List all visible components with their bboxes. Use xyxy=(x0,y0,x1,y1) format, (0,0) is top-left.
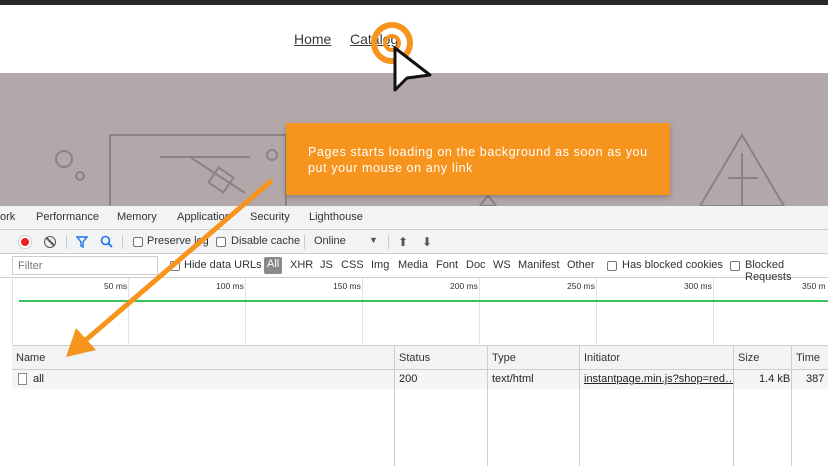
search-icon[interactable] xyxy=(100,235,113,248)
toolbar-divider xyxy=(122,235,123,249)
timeline-tick-label: 350 m xyxy=(802,281,826,291)
cell-initiator-link[interactable]: instantpage.min.js?shop=red… xyxy=(584,373,734,385)
type-filter-font[interactable]: Font xyxy=(436,259,458,271)
column-header-size[interactable]: Size xyxy=(738,352,759,364)
tab-application[interactable]: Application xyxy=(177,211,231,223)
timeline-tick-label: 250 ms xyxy=(567,281,595,291)
column-divider xyxy=(733,346,734,466)
column-divider xyxy=(394,346,395,466)
timeline-gridline xyxy=(245,278,246,346)
column-header-name[interactable]: Name xyxy=(16,352,45,364)
network-overview-timeline[interactable]: 50 ms 100 ms 150 ms 200 ms 250 ms 300 ms… xyxy=(12,278,828,346)
timeline-gridline xyxy=(713,278,714,346)
type-filter-ws[interactable]: WS xyxy=(493,259,511,271)
preserve-log-label: Preserve log xyxy=(147,235,209,247)
timeline-gridline xyxy=(128,278,129,346)
type-filter-js[interactable]: JS xyxy=(320,259,333,271)
clear-icon[interactable] xyxy=(44,236,56,248)
timeline-tick-label: 50 ms xyxy=(104,281,128,291)
hide-data-urls-checkbox[interactable] xyxy=(170,261,180,271)
type-filter-img[interactable]: Img xyxy=(371,259,389,271)
devtools-tabs: ork Performance Memory Application Secur… xyxy=(0,206,828,230)
column-divider xyxy=(487,346,488,466)
tooltip-callout: Pages starts loading on the background a… xyxy=(286,123,670,195)
column-header-type[interactable]: Type xyxy=(492,352,516,364)
preserve-log-checkbox[interactable] xyxy=(133,237,143,247)
table-row[interactable]: all 200 text/html instantpage.min.js?sho… xyxy=(12,370,828,389)
tab-lighthouse[interactable]: Lighthouse xyxy=(309,211,363,223)
type-filter-all[interactable]: All xyxy=(264,257,283,274)
tab-security[interactable]: Security xyxy=(250,211,290,223)
document-icon xyxy=(18,373,27,385)
timeline-tick-label: 200 ms xyxy=(450,281,478,291)
cell-name: all xyxy=(33,373,45,385)
cell-time: 387 xyxy=(806,373,825,385)
filter-icon[interactable] xyxy=(76,236,88,248)
type-filter-media[interactable]: Media xyxy=(398,259,428,271)
type-filter-css[interactable]: CSS xyxy=(341,259,364,271)
export-har-icon[interactable]: ⬇ xyxy=(422,235,432,249)
cell-size: 1.4 kB xyxy=(759,373,791,385)
network-toolbar: Preserve log Disable cache Online ▼ ⬆ ⬇ xyxy=(0,230,828,254)
has-blocked-cookies-label: Has blocked cookies xyxy=(622,259,723,271)
import-har-icon[interactable]: ⬆ xyxy=(398,235,408,249)
site-header: Home Catalog xyxy=(0,5,828,73)
nav-link-home[interactable]: Home xyxy=(294,31,331,47)
blocked-requests-checkbox[interactable] xyxy=(730,261,740,271)
column-header-status[interactable]: Status xyxy=(399,352,430,364)
network-filter-bar: Hide data URLs All XHR JS CSS Img Media … xyxy=(0,254,828,283)
timeline-tick-label: 300 ms xyxy=(684,281,712,291)
type-filter-other[interactable]: Other xyxy=(567,259,595,271)
network-requests-table: Name Status Type Initiator Size Time all… xyxy=(12,346,828,466)
timeline-gridline xyxy=(12,278,13,346)
toolbar-divider xyxy=(66,235,67,249)
timeline-tick-label: 150 ms xyxy=(333,281,361,291)
cell-status: 200 xyxy=(399,373,418,385)
tab-performance[interactable]: Performance xyxy=(36,211,99,223)
record-icon[interactable] xyxy=(19,236,31,248)
column-divider xyxy=(579,346,580,466)
devtools-panel: ork Performance Memory Application Secur… xyxy=(0,206,828,466)
cell-type: text/html xyxy=(492,373,534,385)
timeline-load-bar xyxy=(19,300,828,302)
tab-memory[interactable]: Memory xyxy=(117,211,157,223)
toolbar-divider xyxy=(388,235,389,249)
column-header-time[interactable]: Time xyxy=(796,352,820,364)
throttling-select[interactable]: Online xyxy=(314,235,346,247)
chevron-down-icon[interactable]: ▼ xyxy=(369,235,378,245)
hide-data-urls-label: Hide data URLs xyxy=(184,259,262,271)
type-filter-xhr[interactable]: XHR xyxy=(290,259,313,271)
disable-cache-checkbox[interactable] xyxy=(216,237,226,247)
column-divider xyxy=(791,346,792,466)
timeline-gridline xyxy=(596,278,597,346)
has-blocked-cookies-checkbox[interactable] xyxy=(607,261,617,271)
timeline-gridline xyxy=(362,278,363,346)
tab-network[interactable]: ork xyxy=(0,211,15,223)
filter-input[interactable] xyxy=(12,256,158,275)
timeline-gridline xyxy=(479,278,480,346)
type-filter-manifest[interactable]: Manifest xyxy=(518,259,560,271)
disable-cache-label: Disable cache xyxy=(231,235,301,247)
timeline-tick-label: 100 ms xyxy=(216,281,244,291)
cursor-highlight-inner-ring xyxy=(383,34,401,52)
type-filter-doc[interactable]: Doc xyxy=(466,259,486,271)
table-header: Name Status Type Initiator Size Time xyxy=(12,346,828,370)
toolbar-divider xyxy=(304,235,305,249)
column-header-initiator[interactable]: Initiator xyxy=(584,352,620,364)
